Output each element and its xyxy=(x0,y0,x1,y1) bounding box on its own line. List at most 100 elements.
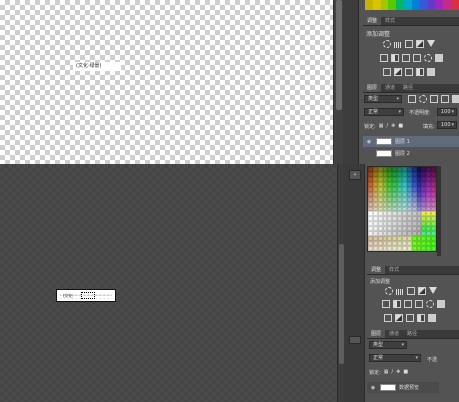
tab-layers[interactable]: 图层 xyxy=(363,84,382,92)
tab-channels[interactable]: 通道 xyxy=(381,84,399,92)
lock-transparent-icon[interactable]: ▦ xyxy=(384,369,389,375)
invert-icon[interactable] xyxy=(383,68,391,76)
swatch-color[interactable] xyxy=(380,0,389,10)
levels-icon[interactable] xyxy=(394,42,402,48)
layer-name: 图层 1 xyxy=(395,139,410,145)
bottom-layer-row[interactable]: ◉ 数据预览 xyxy=(367,382,439,393)
layer-filter-icons xyxy=(408,95,459,103)
swatches-scrollbar[interactable] xyxy=(437,166,441,256)
layer-row-selected[interactable]: ◉ 图层 1 xyxy=(363,136,459,147)
posterize-icon[interactable] xyxy=(395,314,403,322)
selective-color-icon[interactable] xyxy=(428,314,436,322)
layers-tabbar: 图层 通道 路径 xyxy=(363,84,459,93)
bottom-document-canvas[interactable] xyxy=(0,164,337,402)
tab-layers[interactable]: 图层 xyxy=(367,330,386,338)
hue-saturation-icon[interactable] xyxy=(380,54,388,62)
curves-icon[interactable] xyxy=(407,287,415,295)
layer-row[interactable]: 图层 2 xyxy=(363,148,459,159)
gradient-map-icon[interactable] xyxy=(416,68,424,76)
adjustment-icons-row-1 xyxy=(383,40,435,48)
lock-transparent-icon[interactable]: ▦ xyxy=(379,123,384,129)
shape-filter-icon[interactable] xyxy=(441,95,449,103)
swatch-cell[interactable] xyxy=(431,246,436,251)
exposure-icon[interactable] xyxy=(418,287,426,295)
visibility-eye-icon[interactable] xyxy=(365,151,373,157)
vibrance-icon[interactable] xyxy=(429,287,437,294)
adjust-filter-icon[interactable] xyxy=(419,95,427,103)
tab-channels[interactable]: 通道 xyxy=(385,330,403,338)
tab-styles[interactable]: 样式 xyxy=(385,266,403,274)
color-lookup-icon[interactable] xyxy=(437,300,445,308)
selection-box[interactable] xyxy=(81,292,95,299)
swatch-color[interactable] xyxy=(419,0,428,10)
bottom-blend-mode-dropdown[interactable]: 正常 xyxy=(369,354,421,362)
bottom-adjustment-icons-row-1 xyxy=(385,287,437,295)
swatch-color[interactable] xyxy=(388,0,397,10)
curves-icon[interactable] xyxy=(405,40,413,48)
tab-adjustments[interactable]: 调整 xyxy=(367,266,386,274)
tab-styles[interactable]: 样式 xyxy=(381,17,399,25)
gradient-map-icon[interactable] xyxy=(417,314,425,322)
photo-filter-icon[interactable] xyxy=(413,54,421,62)
opacity-input[interactable]: 100 xyxy=(437,108,457,116)
vibrance-icon[interactable] xyxy=(427,40,435,47)
blend-mode-dropdown[interactable]: 正常 xyxy=(364,108,404,116)
brightness-icon[interactable] xyxy=(385,287,393,295)
swatch-color[interactable] xyxy=(451,0,459,10)
swatch-color[interactable] xyxy=(396,0,405,10)
color-balance-icon[interactable] xyxy=(391,54,399,62)
lock-all-icon[interactable]: ■ xyxy=(398,123,403,129)
top-scroll-thumb[interactable] xyxy=(336,0,342,110)
top-vertical-scrollbar[interactable] xyxy=(333,0,343,164)
panel-toggle-button[interactable] xyxy=(349,336,361,344)
mini-document[interactable]: (文化· xyxy=(56,289,116,302)
fill-input[interactable]: 100 xyxy=(437,121,457,129)
swatch-color[interactable] xyxy=(427,0,436,10)
lock-move-icon[interactable]: ✥ xyxy=(391,123,395,129)
swatch-strip[interactable] xyxy=(365,0,459,10)
tab-paths[interactable]: 路径 xyxy=(399,84,417,92)
threshold-icon[interactable] xyxy=(405,68,413,76)
photo-filter-icon[interactable] xyxy=(415,300,423,308)
bottom-adjustments-tabbar: 调整 样式 xyxy=(367,266,459,275)
bottom-layer-filter-dropdown[interactable]: 类型 xyxy=(369,341,407,349)
tab-adjustments[interactable]: 调整 xyxy=(363,17,382,25)
lock-move-icon[interactable]: ✥ xyxy=(396,369,400,375)
channel-mixer-icon[interactable] xyxy=(424,54,432,62)
visibility-eye-icon[interactable]: ◉ xyxy=(365,139,373,145)
swatch-color[interactable] xyxy=(372,0,381,10)
smart-filter-icon[interactable] xyxy=(452,95,459,103)
hue-saturation-icon[interactable] xyxy=(382,300,390,308)
lock-all-icon[interactable]: ■ xyxy=(403,369,408,375)
lock-brush-icon[interactable]: / xyxy=(386,123,388,129)
swatch-color[interactable] xyxy=(365,0,373,10)
brightness-icon[interactable] xyxy=(383,40,391,48)
text-layer-preview[interactable]: (文化·绿景) xyxy=(73,62,121,71)
threshold-icon[interactable] xyxy=(406,314,414,322)
levels-icon[interactable] xyxy=(396,289,404,295)
top-document-canvas[interactable]: (文化·绿景) xyxy=(0,0,333,164)
bottom-vertical-scrollbar[interactable] xyxy=(337,164,345,402)
collapse-panels-button[interactable]: « xyxy=(349,170,361,180)
type-filter-icon[interactable] xyxy=(430,95,438,103)
tab-paths[interactable]: 路径 xyxy=(403,330,421,338)
layer-filter-dropdown[interactable]: 类型 xyxy=(364,95,402,103)
swatch-color[interactable] xyxy=(435,0,444,10)
swatches-panel[interactable] xyxy=(367,166,437,252)
color-balance-icon[interactable] xyxy=(393,300,401,308)
pixel-filter-icon[interactable] xyxy=(408,95,416,103)
selective-color-icon[interactable] xyxy=(427,68,435,76)
exposure-icon[interactable] xyxy=(416,40,424,48)
swatch-color[interactable] xyxy=(404,0,412,10)
swatch-color[interactable] xyxy=(411,0,420,10)
bottom-scroll-thumb[interactable] xyxy=(339,244,344,364)
posterize-icon[interactable] xyxy=(394,68,402,76)
swatch-color[interactable] xyxy=(443,0,452,10)
black-white-icon[interactable] xyxy=(404,300,412,308)
color-lookup-icon[interactable] xyxy=(435,54,443,62)
black-white-icon[interactable] xyxy=(402,54,410,62)
invert-icon[interactable] xyxy=(384,314,392,322)
lock-brush-icon[interactable]: / xyxy=(391,369,393,375)
channel-mixer-icon[interactable] xyxy=(426,300,434,308)
visibility-eye-icon[interactable]: ◉ xyxy=(369,385,377,391)
